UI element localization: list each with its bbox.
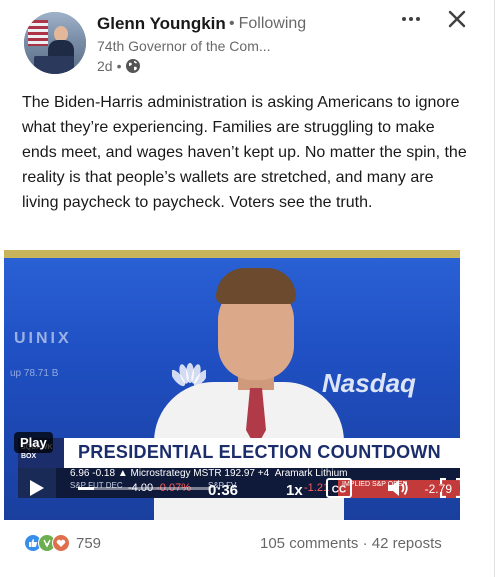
follow-status-label: Following <box>238 15 307 32</box>
video-player[interactable]: UINIX up 78.71 B Nasdaq PRESIDENTIAL ELE… <box>4 250 460 520</box>
love-reaction-icon <box>52 534 70 552</box>
meta-bullet: • <box>116 58 122 74</box>
more-options-button[interactable] <box>398 8 424 30</box>
author-name[interactable]: Glenn Youngkin <box>97 14 226 34</box>
video-headline: PRESIDENTIAL ELECTION COUNTDOWN <box>78 442 441 462</box>
reaction-count: 759 <box>76 534 102 552</box>
closed-captions-icon[interactable]: CC <box>326 478 352 498</box>
lower-third-banner: PRESIDENTIAL ELECTION COUNTDOWN <box>18 438 460 468</box>
playback-speed-button[interactable]: 1x <box>286 482 303 499</box>
background-sign: UINIX <box>14 330 72 347</box>
video-time: 0:36 <box>208 482 239 499</box>
bullet-separator: • <box>229 15 235 32</box>
video-controls: 0:36 1x CC <box>18 474 460 500</box>
background-number: up 78.71 B <box>10 368 59 379</box>
dot-icon <box>402 17 406 21</box>
reactions-summary[interactable]: 759 <box>24 534 101 552</box>
engagement-separator: · <box>362 535 368 552</box>
post-text: The Biden-Harris administration is askin… <box>22 94 467 211</box>
svg-text:CC: CC <box>332 485 346 496</box>
play-icon[interactable] <box>26 478 46 498</box>
comments-link[interactable]: 105 comments <box>260 535 358 552</box>
play-tooltip[interactable]: Play <box>14 432 53 453</box>
post-card: Glenn Youngkin • Following 74th Governor … <box>2 0 495 577</box>
fullscreen-icon[interactable] <box>440 478 460 498</box>
volume-icon[interactable] <box>386 478 410 498</box>
author-headline: 74th Governor of the Com... <box>97 38 271 54</box>
progress-bar[interactable] <box>78 487 210 490</box>
dot-icon <box>409 17 413 21</box>
globe-icon <box>126 59 141 73</box>
follow-status[interactable]: • Following <box>229 15 306 33</box>
post-meta: 2d • <box>97 58 141 74</box>
progress-fill <box>78 487 94 490</box>
post-age: 2d <box>97 58 113 74</box>
engagement-counts: 105 comments · 42 reposts <box>260 535 442 552</box>
close-icon[interactable] <box>444 6 470 32</box>
author-avatar[interactable] <box>24 12 86 74</box>
dot-icon <box>416 17 420 21</box>
video-top-strip <box>4 250 460 258</box>
reposts-link[interactable]: 42 reposts <box>372 535 442 552</box>
